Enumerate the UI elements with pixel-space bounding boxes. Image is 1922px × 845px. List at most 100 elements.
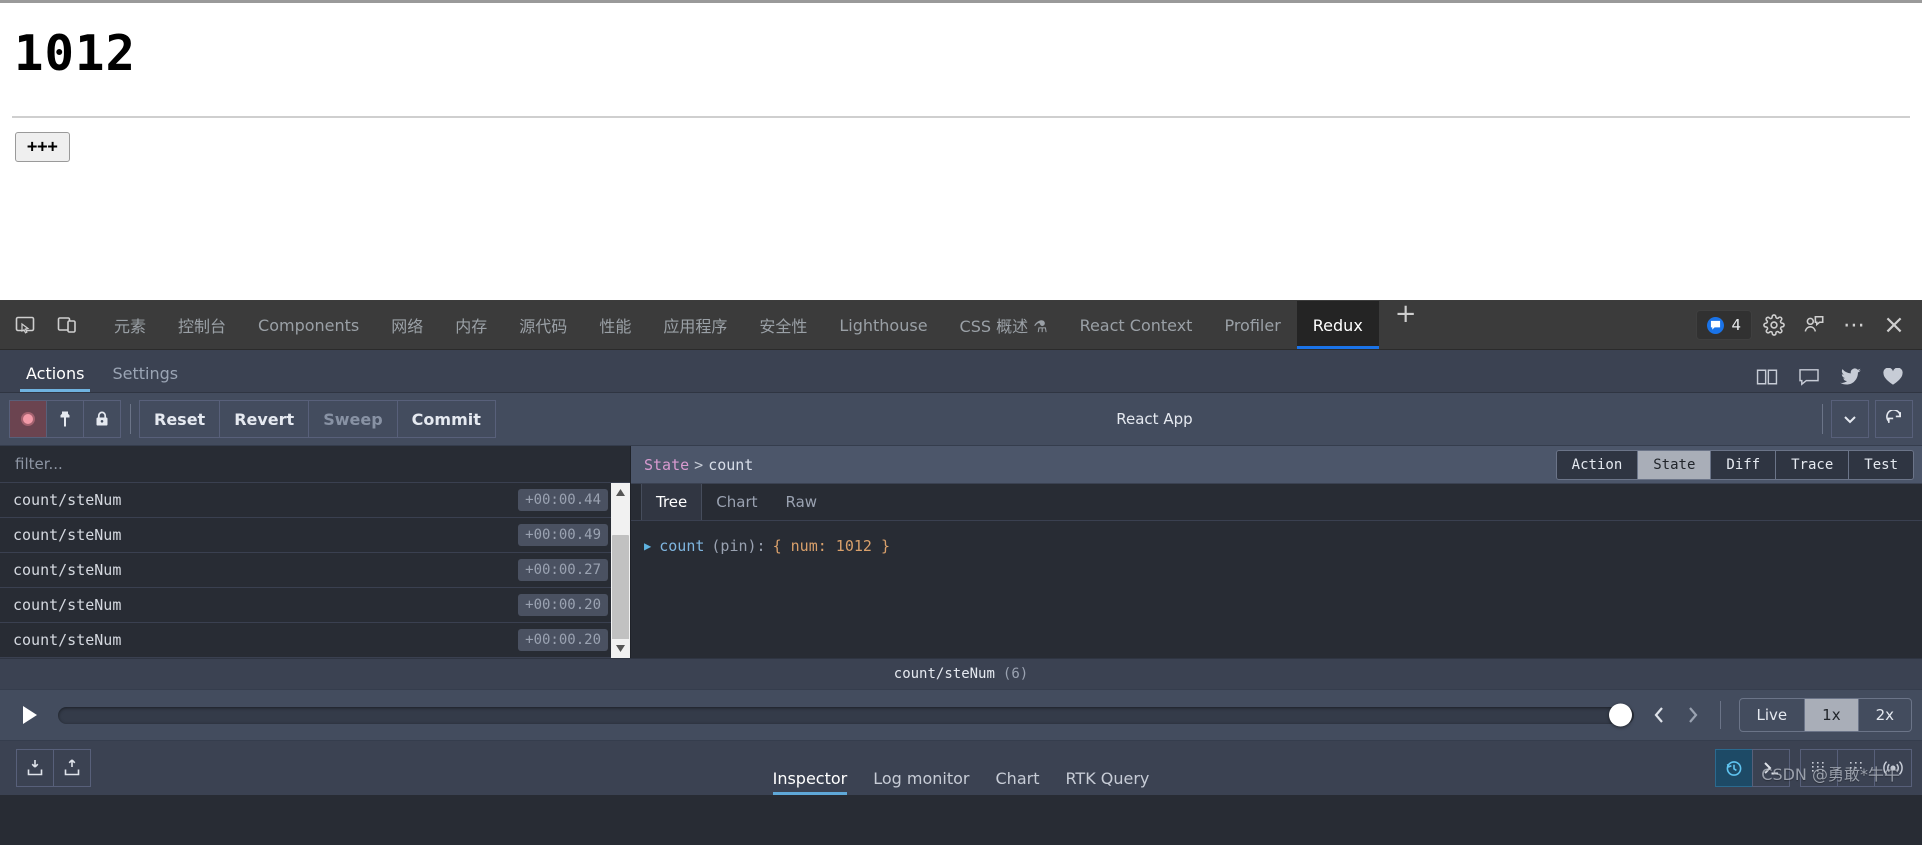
speed-group: Live 1x 2x — [1738, 698, 1912, 732]
table-row[interactable]: count/steNum +00:00.49 — [0, 518, 630, 553]
tab-chart-monitor[interactable]: Chart — [996, 769, 1040, 795]
tab-trace[interactable]: Trace — [1776, 450, 1850, 479]
breadcrumb: State > count — [644, 456, 753, 474]
twitter-icon[interactable] — [1840, 368, 1862, 386]
tab-console[interactable]: 控制台 — [162, 301, 242, 349]
table-row[interactable]: count/steNum +00:00.20 — [0, 623, 630, 658]
tab-diff[interactable]: Diff — [1711, 450, 1777, 479]
breadcrumb-leaf[interactable]: count — [708, 456, 753, 474]
tab-performance[interactable]: 性能 — [583, 301, 647, 349]
tab-rtk-query[interactable]: RTK Query — [1065, 769, 1149, 795]
action-time: +00:00.49 — [518, 524, 608, 546]
tree-node-count[interactable]: ▶ count (pin): { num: 1012 } — [644, 537, 1922, 555]
action-time: +00:00.20 — [518, 594, 608, 616]
speed-1x-button[interactable]: 1x — [1805, 699, 1859, 731]
revert-button[interactable]: Revert — [219, 400, 310, 438]
breadcrumb-root[interactable]: State — [644, 456, 689, 474]
record-toggle-button[interactable] — [9, 400, 47, 438]
tree-node-pin: (pin): — [711, 537, 766, 555]
scroll-down-icon[interactable] — [611, 639, 630, 658]
tab-sources[interactable]: 源代码 — [503, 301, 583, 349]
broadcast-icon[interactable] — [1874, 749, 1912, 787]
terminal-icon[interactable] — [1752, 749, 1790, 787]
table-row[interactable]: count/steNum +00:00.44 — [0, 483, 630, 518]
tab-elements[interactable]: 元素 — [98, 301, 162, 349]
time-travel-slider[interactable] — [58, 703, 1634, 727]
prev-action-button[interactable] — [1642, 695, 1676, 735]
pin-button[interactable] — [46, 400, 84, 438]
subtab-actions[interactable]: Actions — [12, 364, 98, 392]
add-tab-button[interactable]: + — [1379, 301, 1433, 349]
slider-thumb[interactable] — [1608, 703, 1632, 727]
action-list-scrollbar[interactable] — [611, 483, 630, 658]
tree-node-value: { num: 1012 } — [772, 537, 890, 555]
next-action-button[interactable] — [1676, 695, 1710, 735]
tab-tree[interactable]: Tree — [641, 484, 703, 520]
state-tab-group: Action State Diff Trace Test — [1555, 449, 1914, 480]
chat-icon[interactable] — [1798, 368, 1820, 386]
action-name: count/steNum — [13, 561, 122, 579]
tab-lighthouse[interactable]: Lighthouse — [823, 301, 943, 349]
speed-live-button[interactable]: Live — [1740, 699, 1806, 731]
refresh-icon[interactable] — [1875, 400, 1913, 438]
tab-redux[interactable]: Redux — [1296, 301, 1379, 349]
time-travel-icon[interactable] — [1715, 749, 1753, 787]
inspect-element-icon[interactable] — [8, 308, 42, 342]
state-inspector-panel: State > count Action State Diff Trace Test… — [631, 446, 1922, 658]
messages-badge[interactable]: 4 — [1696, 310, 1752, 340]
more-options-icon[interactable]: ⋯ — [1836, 307, 1872, 343]
slider-monitor-icon[interactable] — [1837, 749, 1875, 787]
tab-raw[interactable]: Raw — [772, 484, 832, 520]
tab-chart[interactable]: Chart — [702, 484, 771, 520]
tab-security[interactable]: 安全性 — [743, 301, 823, 349]
increment-button[interactable]: +++ — [15, 132, 70, 162]
tab-test[interactable]: Test — [1849, 450, 1913, 479]
expand-triangle-icon[interactable]: ▶ — [644, 539, 651, 553]
tab-components[interactable]: Components — [242, 301, 375, 349]
tab-profiler[interactable]: Profiler — [1208, 301, 1296, 349]
subtab-settings[interactable]: Settings — [98, 364, 192, 392]
play-button[interactable] — [10, 695, 50, 735]
toolbar-separator — [130, 404, 131, 434]
divider — [12, 116, 1910, 118]
tab-inspector[interactable]: Inspector — [772, 769, 847, 795]
tab-memory[interactable]: 内存 — [439, 301, 503, 349]
device-toolbar-icon[interactable] — [50, 308, 84, 342]
filter-input[interactable] — [13, 454, 573, 474]
lock-button[interactable] — [83, 400, 121, 438]
chevron-down-icon[interactable] — [1831, 400, 1869, 438]
message-count: 4 — [1731, 316, 1741, 334]
speed-2x-button[interactable]: 2x — [1859, 699, 1911, 731]
tab-log-monitor[interactable]: Log monitor — [873, 769, 969, 795]
table-row[interactable]: count/steNum +00:00.20 — [0, 588, 630, 623]
tab-network[interactable]: 网络 — [375, 301, 439, 349]
close-icon[interactable]: × — [1876, 307, 1912, 343]
tab-state[interactable]: State — [1638, 450, 1712, 479]
scrollbar-thumb[interactable] — [612, 535, 629, 640]
redux-bottom-bar: Inspector Log monitor Chart RTK Query CS… — [0, 741, 1922, 795]
tab-react-context[interactable]: React Context — [1064, 301, 1209, 349]
action-time: +00:00.27 — [518, 559, 608, 581]
gear-icon[interactable] — [1756, 307, 1792, 343]
tree-node-key: count — [659, 537, 705, 555]
tree-view: ▶ count (pin): { num: 1012 } — [631, 521, 1922, 658]
action-list-panel: count/steNum +00:00.44 count/steNum +00:… — [0, 446, 631, 658]
heart-icon[interactable] — [1882, 368, 1904, 386]
table-row[interactable]: count/steNum +00:00.27 — [0, 553, 630, 588]
tab-css-overview[interactable]: CSS 概述 ⚗ — [944, 301, 1064, 349]
action-time: +00:00.20 — [518, 629, 608, 651]
devtools-tab-list: 元素 控制台 Components 网络 内存 源代码 性能 应用程序 安全性 … — [98, 301, 1433, 349]
toolbar-right — [1813, 400, 1922, 438]
dispatcher-icon[interactable] — [1800, 749, 1838, 787]
reset-button[interactable]: Reset — [139, 400, 221, 438]
sweep-button[interactable]: Sweep — [308, 400, 398, 438]
scroll-up-icon[interactable] — [611, 483, 630, 502]
feedback-person-icon[interactable] — [1796, 307, 1832, 343]
commit-button[interactable]: Commit — [396, 400, 496, 438]
tab-action[interactable]: Action — [1556, 450, 1639, 479]
docs-icon[interactable] — [1756, 368, 1778, 386]
redux-main: count/steNum +00:00.44 count/steNum +00:… — [0, 446, 1922, 658]
action-name: count/steNum — [13, 491, 122, 509]
tab-application[interactable]: 应用程序 — [647, 301, 743, 349]
browser-page: 1012 +++ — [0, 0, 1922, 300]
